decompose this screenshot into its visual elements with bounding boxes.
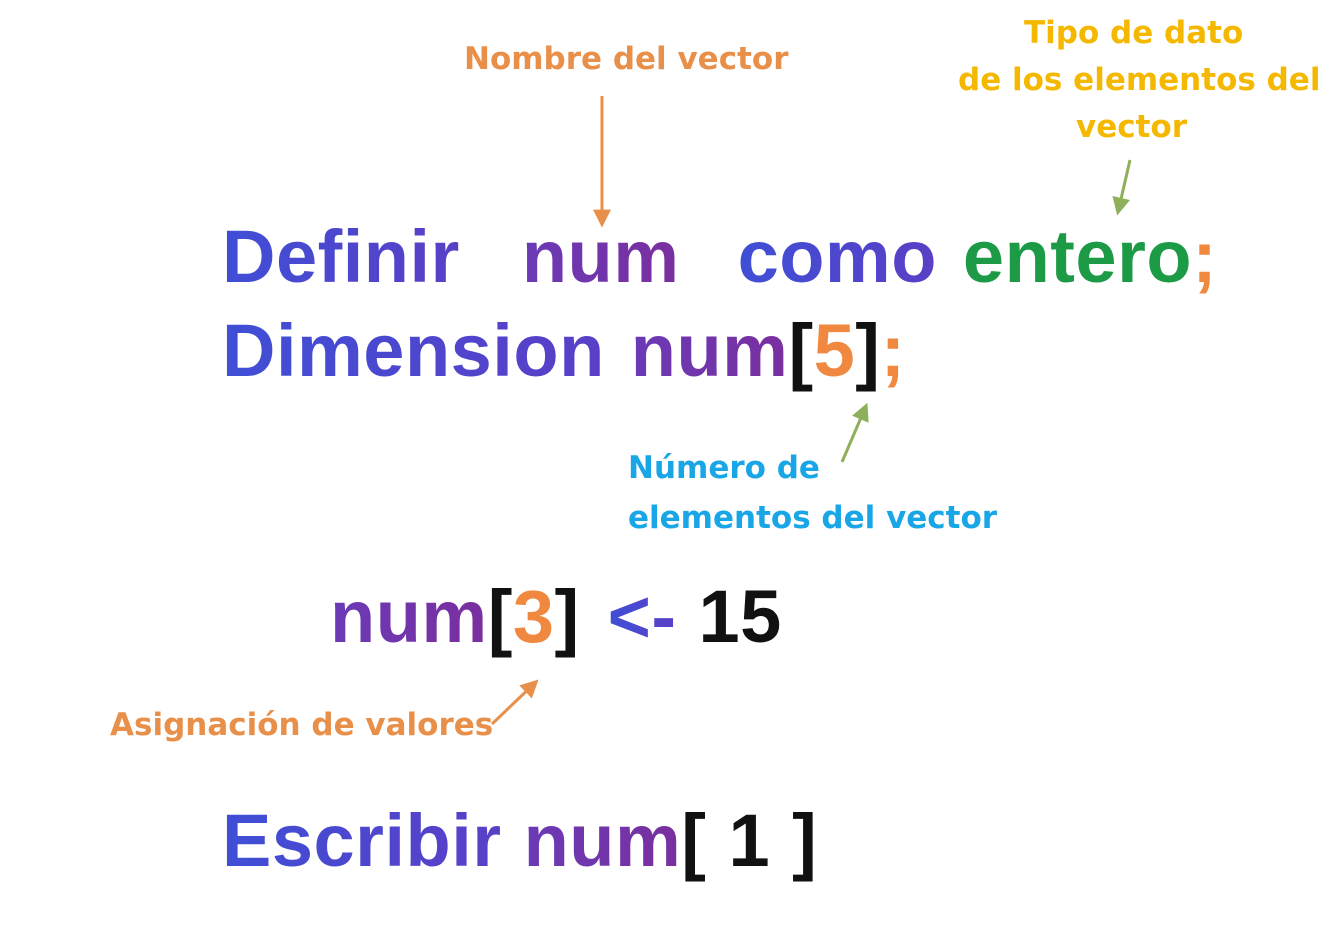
como-keyword: como [737, 215, 937, 298]
array-name-token: num [523, 799, 682, 882]
dimension-keyword: Dimension [222, 309, 605, 392]
array-name-token: num [330, 575, 488, 658]
element-type-arrow [1112, 159, 1132, 216]
assigned-value: 15 [698, 575, 782, 658]
code-line-definir: Definir num como entero; [222, 216, 1217, 298]
code-line-dimension: Dimension num[5]; [222, 310, 906, 392]
assignment-label: Asignación de valores [110, 707, 494, 743]
open-bracket: [ [788, 309, 814, 392]
element-type-label-line2: de los elementos del [958, 62, 1321, 98]
code-line-escribir: Escribir num[1] [222, 800, 817, 882]
element-count-label-line2: elementos del vector [628, 500, 998, 536]
element-count-arrow [840, 402, 869, 463]
definir-keyword: Definir [222, 215, 460, 298]
element-type-label-line1: Tipo de dato [1024, 15, 1244, 51]
close-bracket: ] [792, 799, 818, 882]
close-bracket: ] [554, 575, 580, 658]
size-token: 5 [813, 309, 856, 392]
assignment-arrow [490, 679, 539, 726]
index-token: 3 [512, 575, 555, 658]
close-bracket: ] [855, 309, 881, 392]
semicolon-token: ; [1192, 215, 1218, 298]
array-name-label: Nombre del vector [464, 41, 789, 77]
escribir-keyword: Escribir [222, 799, 502, 882]
array-name-token: num [521, 215, 680, 298]
type-token: entero [962, 215, 1193, 298]
array-name-token: num [630, 309, 789, 392]
element-count-label-line1: Número de [628, 450, 820, 486]
index-token: 1 [728, 799, 771, 882]
assignment-operator: <- [607, 575, 677, 658]
open-bracket: [ [487, 575, 513, 658]
semicolon-token: ; [880, 309, 906, 392]
code-line-assignment: num[3] <- 15 [330, 576, 782, 658]
element-type-label-line3: vector [1076, 109, 1188, 145]
open-bracket: [ [681, 799, 707, 882]
